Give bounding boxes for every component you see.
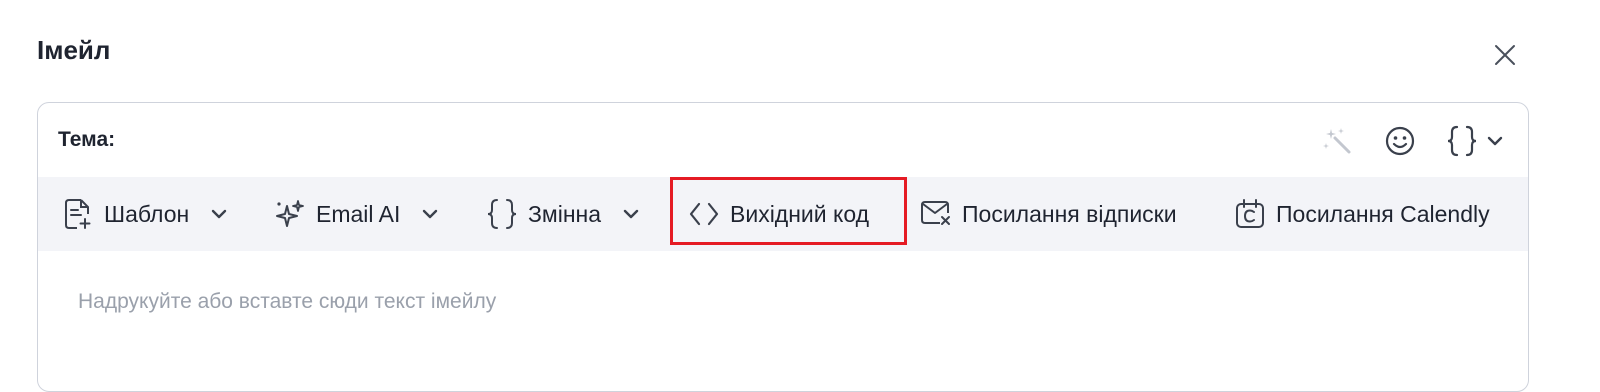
source-code-button[interactable]: Вихідний код <box>688 190 869 238</box>
variable-label: Змінна <box>528 200 602 227</box>
chevron-down-icon[interactable] <box>621 204 641 224</box>
curly-braces-icon <box>486 198 518 230</box>
editor-toolbar: Шаблон Email AI Змінна Вихідний код Поси… <box>38 177 1528 251</box>
subject-row: Тема: <box>38 103 1528 177</box>
chevron-down-icon[interactable] <box>420 204 440 224</box>
template-button[interactable]: Шаблон <box>62 190 229 238</box>
dialog-title: Імейл <box>37 35 111 65</box>
email-body-editor[interactable]: Надрукуйте або вставте сюди текст імейлу <box>38 251 1528 391</box>
mail-x-icon <box>920 198 952 230</box>
subject-label: Тема: <box>58 128 116 151</box>
email-body-placeholder: Надрукуйте або вставте сюди текст імейлу <box>78 290 497 313</box>
calendly-link-button[interactable]: Посилання Calendly <box>1234 190 1490 238</box>
subject-input[interactable] <box>130 121 1294 161</box>
sparkles-icon <box>274 198 306 230</box>
chevron-down-icon[interactable] <box>209 204 229 224</box>
email-ai-label: Email AI <box>316 200 401 227</box>
calendar-c-icon <box>1234 198 1266 230</box>
unsubscribe-link-label: Посилання відписки <box>962 200 1177 227</box>
magic-wand-icon <box>1321 124 1355 158</box>
template-label: Шаблон <box>104 200 190 227</box>
calendly-link-label: Посилання Calendly <box>1276 200 1490 227</box>
subject-variable-button[interactable] <box>1442 121 1482 161</box>
email-ai-button[interactable]: Email AI <box>274 190 440 238</box>
chevron-down-icon <box>1486 132 1504 150</box>
subject-variable-dropdown[interactable] <box>1484 121 1506 161</box>
code-brackets-icon <box>688 198 720 230</box>
unsubscribe-link-button[interactable]: Посилання відписки <box>920 190 1177 238</box>
close-icon <box>1493 43 1517 67</box>
close-button[interactable] <box>1488 38 1522 72</box>
variable-button[interactable]: Змінна <box>486 190 641 238</box>
curly-braces-icon <box>1446 124 1478 158</box>
emoji-button[interactable] <box>1380 121 1420 161</box>
source-code-label: Вихідний код <box>730 200 870 227</box>
email-composer: Тема: Шаблон Email AI Змінна Вихідний ко… <box>37 102 1529 392</box>
ai-magic-button[interactable] <box>1318 121 1358 161</box>
document-plus-icon <box>62 198 94 230</box>
subject-tools <box>1318 121 1506 161</box>
smiley-icon <box>1384 125 1416 157</box>
